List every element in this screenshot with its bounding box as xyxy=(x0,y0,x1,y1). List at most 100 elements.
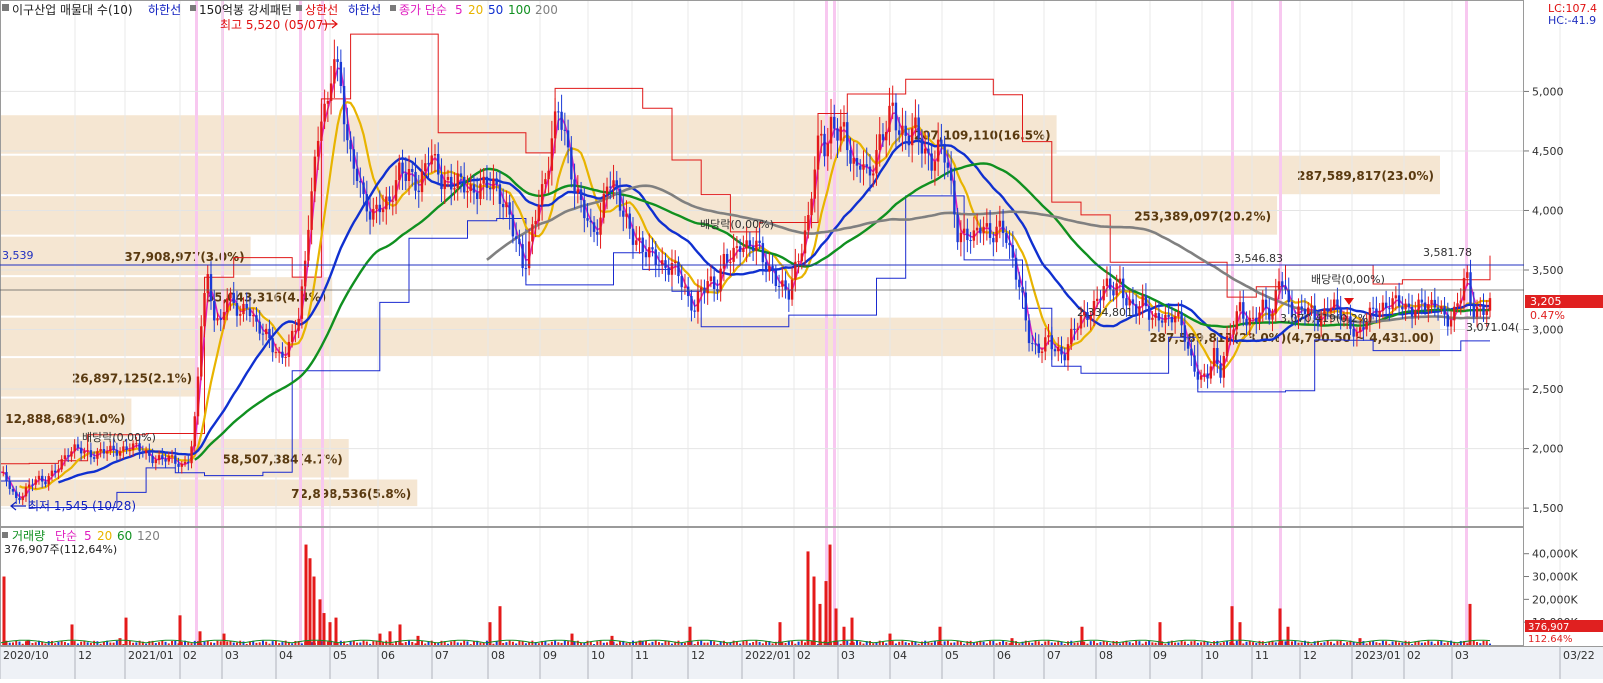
candle-body xyxy=(463,176,466,193)
candle-body xyxy=(592,222,596,232)
volume-bar xyxy=(232,642,235,645)
candle-body xyxy=(888,105,891,132)
volume-bar xyxy=(479,642,482,645)
candle-body xyxy=(696,291,700,312)
candle-body xyxy=(391,200,394,202)
volume-spike xyxy=(938,626,942,645)
volume-legend-icon xyxy=(2,532,8,538)
volume-legend-label[interactable]: 거래량 xyxy=(12,529,45,543)
legend-lower-line[interactable]: 하한선 xyxy=(148,3,181,17)
volume-bar xyxy=(469,644,472,645)
volume-bar xyxy=(576,640,579,645)
legend-ma-20[interactable]: 20 xyxy=(468,3,483,17)
volume-bar xyxy=(450,641,453,645)
volume-bar xyxy=(1242,643,1245,645)
volume-bar xyxy=(706,642,709,645)
legend-upper-line[interactable]: 상한선 xyxy=(305,3,338,17)
candle-body xyxy=(933,161,937,171)
candle-body xyxy=(1446,314,1449,327)
candle-body xyxy=(232,292,235,303)
time-label: 12 xyxy=(1303,649,1317,662)
volume-bar xyxy=(1466,643,1469,645)
volume-bar xyxy=(463,640,466,645)
volume-bar xyxy=(670,643,673,645)
profile-label: 58,507,384(4.7%) xyxy=(223,452,343,466)
time-label: 07 xyxy=(435,649,449,662)
legend-lower-line-2[interactable]: 하한선 xyxy=(348,3,381,17)
candle-body xyxy=(1427,304,1430,311)
candle-body xyxy=(563,129,567,131)
candle-body xyxy=(1443,306,1446,315)
candle-body xyxy=(894,102,898,131)
candle-body xyxy=(1482,305,1485,315)
candle-body xyxy=(362,182,365,195)
candle-body xyxy=(560,111,563,130)
time-label: 02 xyxy=(1407,649,1421,662)
volume-bar xyxy=(171,641,174,645)
volume-legend-ma-5[interactable]: 5 xyxy=(84,529,92,543)
candle-body xyxy=(807,215,810,231)
volume-bar xyxy=(154,643,157,645)
volume-bar xyxy=(1388,643,1391,645)
volume-legend-ma-60[interactable]: 60 xyxy=(117,529,132,543)
volume-spike xyxy=(888,633,892,645)
volume-legend-ma-120[interactable]: 120 xyxy=(137,529,160,543)
volume-spike xyxy=(806,551,810,645)
candle-body xyxy=(573,179,576,193)
stock-chart[interactable]: 72,898,536(5.8%) 58,507,384(4.7%) 12,888,6… xyxy=(0,0,1603,679)
profile-bar xyxy=(0,155,1440,195)
candle-body xyxy=(943,143,946,163)
candle-body xyxy=(1397,295,1401,307)
candle-body xyxy=(346,124,349,141)
candle-body xyxy=(342,85,346,125)
legend-ma-5[interactable]: 5 xyxy=(455,3,463,17)
volume-bar xyxy=(872,643,875,645)
volume-tick-label: 30,000K xyxy=(1532,571,1578,584)
candle-body xyxy=(836,128,839,141)
candle-body xyxy=(482,176,485,184)
candle-body xyxy=(949,167,953,181)
volume-bar xyxy=(437,642,440,645)
volume-bar xyxy=(1083,641,1086,645)
candle-body xyxy=(901,125,904,135)
volume-legend-ma[interactable]: 단순 xyxy=(55,529,77,543)
volume-tick-label: 20,000K xyxy=(1532,593,1578,606)
volume-bar xyxy=(563,640,566,645)
legend-icon[interactable] xyxy=(2,4,9,11)
candle-body xyxy=(1264,299,1268,309)
current-price: 3,205 xyxy=(1530,295,1562,308)
legend-pattern[interactable]: 150억봉 강세패턴 xyxy=(199,3,292,17)
price-tick-label: 1,500 xyxy=(1532,502,1564,515)
time-label: 06 xyxy=(381,649,395,662)
candle-body xyxy=(183,461,187,464)
candle-body xyxy=(1391,298,1394,310)
candle-body xyxy=(424,163,427,172)
legend-stock[interactable]: 이구산업 매물대 수(10) xyxy=(12,3,133,17)
legend-ma-100[interactable]: 100 xyxy=(508,3,531,17)
candle-body xyxy=(1160,320,1164,323)
candle-body xyxy=(1378,310,1381,317)
volume-bar xyxy=(739,643,742,645)
volume-bar xyxy=(885,643,888,645)
candle-body xyxy=(99,449,102,452)
candle-body xyxy=(787,290,791,300)
candle-body xyxy=(336,59,339,62)
candle-body xyxy=(1125,298,1128,306)
volume-legend-ma-20[interactable]: 20 xyxy=(97,529,112,543)
candle-body xyxy=(829,116,833,144)
legend-close-ma[interactable]: 종가 단순 xyxy=(399,3,447,17)
legend-ma-50[interactable]: 50 xyxy=(488,3,503,17)
volume-bar xyxy=(408,640,411,645)
candle-body xyxy=(420,171,424,193)
volume-bar xyxy=(625,643,628,645)
volume-bar xyxy=(404,642,407,645)
volume-bar xyxy=(537,643,540,645)
dividend-label-3: 배당락(0,00%) xyxy=(1311,273,1385,286)
candle-body xyxy=(437,153,440,175)
dividend-label-1: 배당락(0,00%) xyxy=(82,431,156,444)
candle-body xyxy=(511,214,515,237)
volume-bar xyxy=(1456,643,1459,645)
candle-body xyxy=(1167,314,1170,317)
legend-ma-200[interactable]: 200 xyxy=(535,3,558,17)
volume-bar xyxy=(596,641,599,645)
